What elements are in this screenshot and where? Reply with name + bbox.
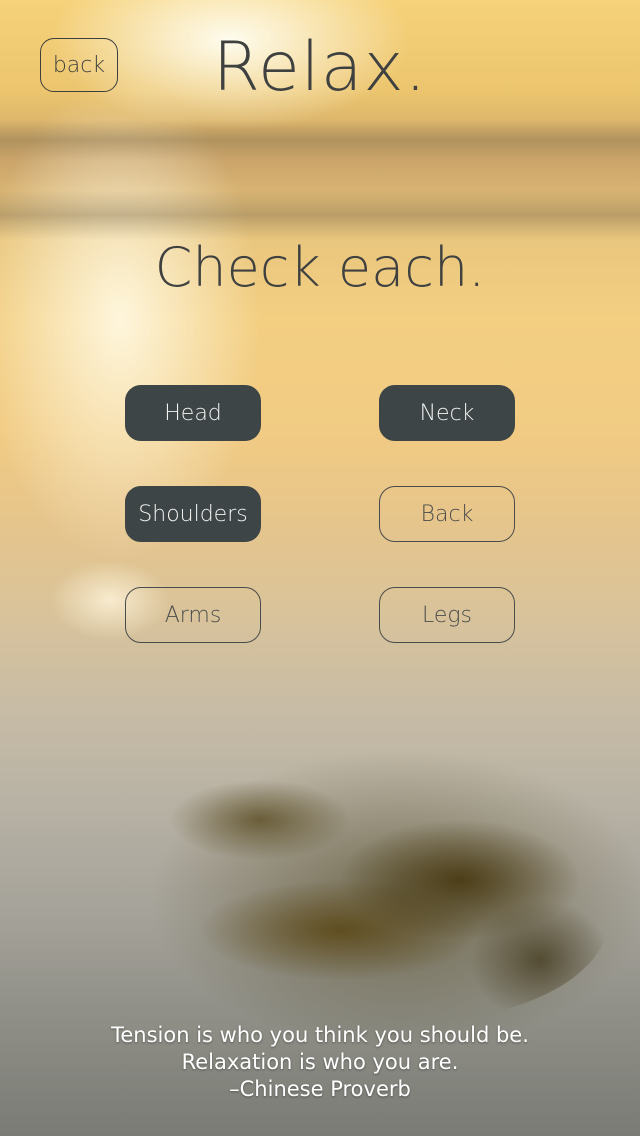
shoulders-toggle-button[interactable]: Shoulders [125, 486, 261, 542]
legs-toggle-button[interactable]: Legs [379, 587, 515, 643]
head-toggle-button[interactable]: Head [125, 385, 261, 441]
page-title: Relax. [212, 28, 428, 107]
quote-block: Tension is who you think you should be. … [0, 1022, 640, 1103]
quote-line-2: Relaxation is who you are. [181, 1050, 459, 1074]
wave-band [0, 190, 640, 240]
arms-toggle-button[interactable]: Arms [125, 587, 261, 643]
back-toggle-button[interactable]: Back [379, 486, 515, 542]
seaweed-image [140, 760, 610, 1020]
neck-toggle-button[interactable]: Neck [379, 385, 515, 441]
instruction-heading: Check each. [154, 236, 486, 299]
wave-band [0, 120, 640, 160]
quote-attribution: –Chinese Proverb [229, 1077, 411, 1101]
quote-line-1: Tension is who you think you should be. [111, 1023, 529, 1047]
